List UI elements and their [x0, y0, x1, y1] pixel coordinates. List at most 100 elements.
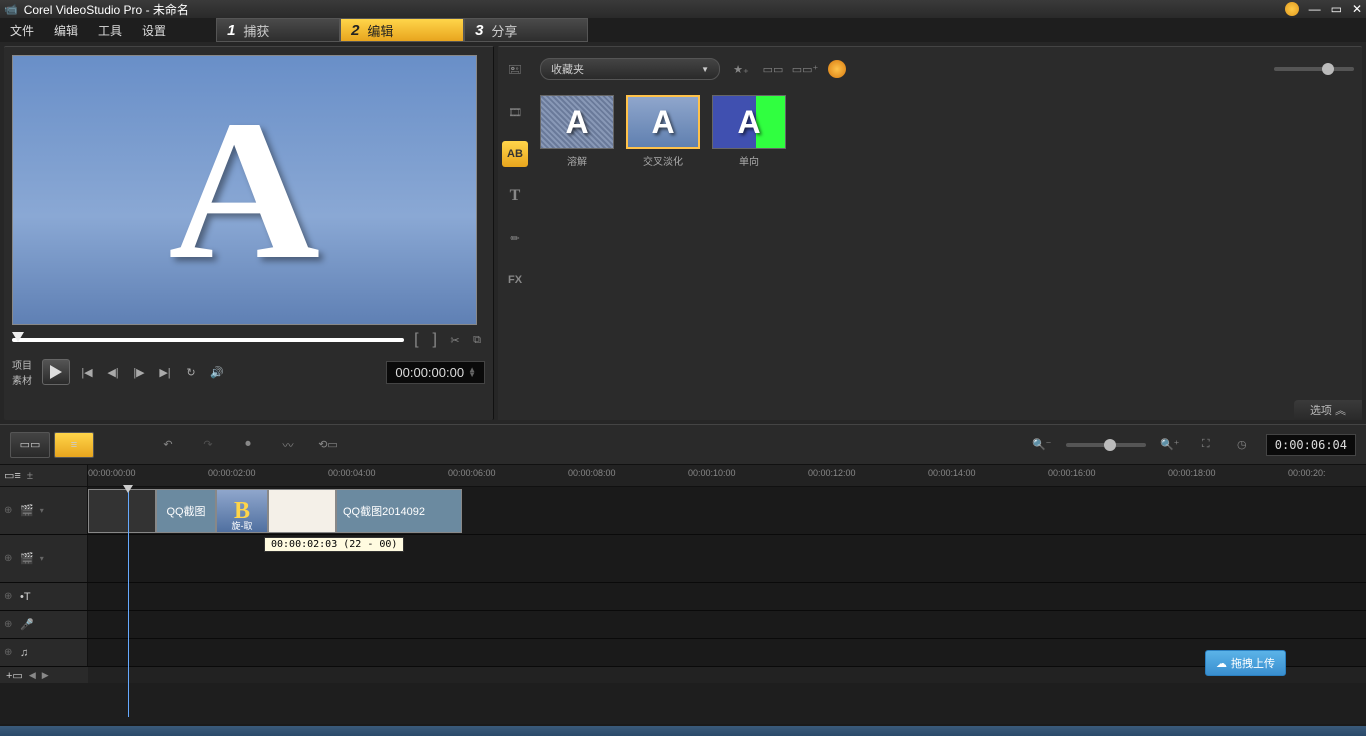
drag-upload-button[interactable]: ☁拖拽上传: [1205, 650, 1286, 676]
cut-button[interactable]: ✂: [447, 332, 463, 348]
lib-tab-title[interactable]: T: [502, 183, 528, 209]
minimize-button[interactable]: —: [1309, 2, 1321, 16]
step-capture[interactable]: 1捕获: [216, 18, 340, 42]
step-share[interactable]: 3分享: [464, 18, 588, 42]
lib-item-dissolve[interactable]: A 溶解: [540, 95, 614, 168]
options-panel-toggle[interactable]: 选项 ︽: [1294, 400, 1362, 420]
cloud-icon: ☁: [1216, 657, 1227, 670]
step-tabs: 1捕获 2编辑 3分享: [216, 18, 588, 42]
library-pane: 🖭 🎞 AB T ✏ FX 收藏夹▼ ★₊ ▭▭ ▭▭⁺ A 溶解: [498, 46, 1362, 420]
add-favorite-button[interactable]: ★₊: [730, 58, 752, 80]
ruler-tick: 00:00:14:00: [928, 468, 976, 478]
title-track-head[interactable]: ⊕•T: [0, 583, 88, 610]
apply-current-button[interactable]: ▭▭: [762, 58, 784, 80]
menu-edit[interactable]: 编辑: [44, 22, 88, 39]
lib-tab-filter[interactable]: FX: [502, 267, 528, 293]
timeline-scrollbar[interactable]: [88, 667, 1366, 683]
thumbnail-size-slider[interactable]: [1274, 67, 1354, 71]
ruler-tick: 00:00:20:: [1288, 468, 1326, 478]
lib-tab-media[interactable]: 🖭: [502, 57, 528, 83]
play-button[interactable]: [42, 359, 70, 385]
toggle-tracks-icon[interactable]: ▭≡: [4, 469, 21, 482]
lib-item-crossfade[interactable]: A 交叉淡化: [626, 95, 700, 168]
storyboard-view-button[interactable]: ▭▭: [10, 432, 50, 458]
library-category-dropdown[interactable]: 收藏夹▼: [540, 58, 720, 80]
record-button[interactable]: ⏺: [236, 433, 260, 457]
go-end-button[interactable]: ▶|: [156, 363, 174, 381]
voice-track-head[interactable]: ⊕🎤: [0, 611, 88, 638]
maximize-button[interactable]: ▭: [1331, 2, 1342, 16]
volume-button[interactable]: 🔊: [208, 363, 226, 381]
music-track-head[interactable]: ⊕♫: [0, 639, 88, 666]
prev-frame-button[interactable]: ◀|: [104, 363, 122, 381]
video-track-content[interactable]: QQ截图 B旋-取 QQ截图2014092 00:00:02:03 (22 - …: [88, 487, 1366, 534]
overlay-track-icon: 🎬: [20, 552, 34, 565]
preview-timecode[interactable]: 00:00:00:00▲▼: [386, 361, 485, 384]
app-icon: 📹: [4, 3, 18, 16]
scrub-handle[interactable]: [12, 332, 24, 342]
music-track: ⊕♫: [0, 639, 1366, 667]
preview-video[interactable]: A: [12, 55, 477, 325]
clip-2[interactable]: QQ截图2014092: [336, 489, 462, 533]
menu-settings[interactable]: 设置: [132, 22, 176, 39]
timeline-ruler[interactable]: 00:00:00:0000:00:02:0000:00:04:0000:00:0…: [88, 465, 1366, 486]
go-start-button[interactable]: |◀: [78, 363, 96, 381]
clip-2-thumb[interactable]: [268, 489, 336, 533]
title-track-content[interactable]: [88, 583, 1366, 610]
menu-file[interactable]: 文件: [0, 22, 44, 39]
close-button[interactable]: ✕: [1352, 2, 1362, 16]
zoom-in-button[interactable]: 🔍⁺: [1158, 433, 1182, 457]
lib-item-oneway[interactable]: A 单向: [712, 95, 786, 168]
scrub-bar[interactable]: [12, 338, 404, 342]
ruler-tick: 00:00:06:00: [448, 468, 496, 478]
next-frame-button[interactable]: |▶: [130, 363, 148, 381]
zoom-out-button[interactable]: 🔍⁻: [1030, 433, 1054, 457]
playhead[interactable]: [128, 487, 129, 717]
timeline-timecode[interactable]: 0:00:06:04: [1266, 434, 1356, 456]
audio-mixer-button[interactable]: 〰: [276, 433, 300, 457]
redo-button[interactable]: ↷: [196, 433, 220, 457]
app-title: Corel VideoStudio Pro - 未命名: [24, 1, 1285, 18]
repeat-button[interactable]: ↻: [182, 363, 200, 381]
clip-1[interactable]: [88, 489, 156, 533]
menu-tools[interactable]: 工具: [88, 22, 132, 39]
ruler-head[interactable]: ▭≡ ±: [0, 465, 88, 486]
lib-tab-instant[interactable]: 🎞: [502, 99, 528, 125]
video-track-head[interactable]: ⊕ 🎬 ▾: [0, 487, 88, 534]
timeline-tracks: ⊕ 🎬 ▾ QQ截图 B旋-取 QQ截图2014092 00:00:02:03 …: [0, 487, 1366, 683]
voice-track-content[interactable]: [88, 611, 1366, 638]
titlebar: 📹 Corel VideoStudio Pro - 未命名 — ▭ ✕: [0, 0, 1366, 18]
project-duration-icon[interactable]: ◷: [1230, 433, 1254, 457]
add-track-button[interactable]: +▭ ◀▶: [0, 667, 88, 683]
video-track: ⊕ 🎬 ▾ QQ截图 B旋-取 QQ截图2014092 00:00:02:03 …: [0, 487, 1366, 535]
timeline-view-button[interactable]: ≡: [54, 432, 94, 458]
clip-1-ext[interactable]: QQ截图: [156, 489, 216, 533]
zoom-slider[interactable]: [1066, 443, 1146, 447]
track-link-icon[interactable]: ⊕: [4, 505, 12, 516]
mark-out-button[interactable]: ]: [429, 331, 441, 349]
settings-icon[interactable]: [826, 58, 848, 80]
timeline-ruler-row: ▭≡ ± 00:00:00:0000:00:02:0000:00:04:0000…: [0, 465, 1366, 487]
snapshot-button[interactable]: ⧉: [469, 332, 485, 348]
theme-icon[interactable]: [1285, 2, 1299, 16]
os-taskbar[interactable]: [0, 726, 1366, 736]
expand-icon[interactable]: ±: [27, 470, 33, 482]
transition-clip[interactable]: B旋-取: [216, 489, 268, 533]
play-mode-labels[interactable]: 项目 素材: [12, 357, 32, 387]
title-track-icon: •T: [20, 591, 31, 603]
overlay-track-head[interactable]: ⊕🎬▾: [0, 535, 88, 582]
step-edit[interactable]: 2编辑: [340, 18, 464, 42]
apply-all-button[interactable]: ▭▭⁺: [794, 58, 816, 80]
batch-convert-button[interactable]: ⟲▭: [316, 433, 340, 457]
play-controls: 项目 素材 |◀ ◀| |▶ ▶| ↻ 🔊 00:00:00:00▲▼: [12, 357, 485, 387]
preview-content-letter: A: [169, 76, 321, 305]
voice-track: ⊕🎤: [0, 611, 1366, 639]
lib-tab-transition[interactable]: AB: [502, 141, 528, 167]
ruler-tick: 00:00:16:00: [1048, 468, 1096, 478]
undo-button[interactable]: ↶: [156, 433, 180, 457]
voice-track-icon: 🎤: [20, 618, 34, 631]
music-track-content[interactable]: [88, 639, 1366, 666]
mark-in-button[interactable]: [: [410, 331, 422, 349]
lib-tab-graphic[interactable]: ✏: [502, 225, 528, 251]
fit-project-button[interactable]: ⛶: [1194, 433, 1218, 457]
